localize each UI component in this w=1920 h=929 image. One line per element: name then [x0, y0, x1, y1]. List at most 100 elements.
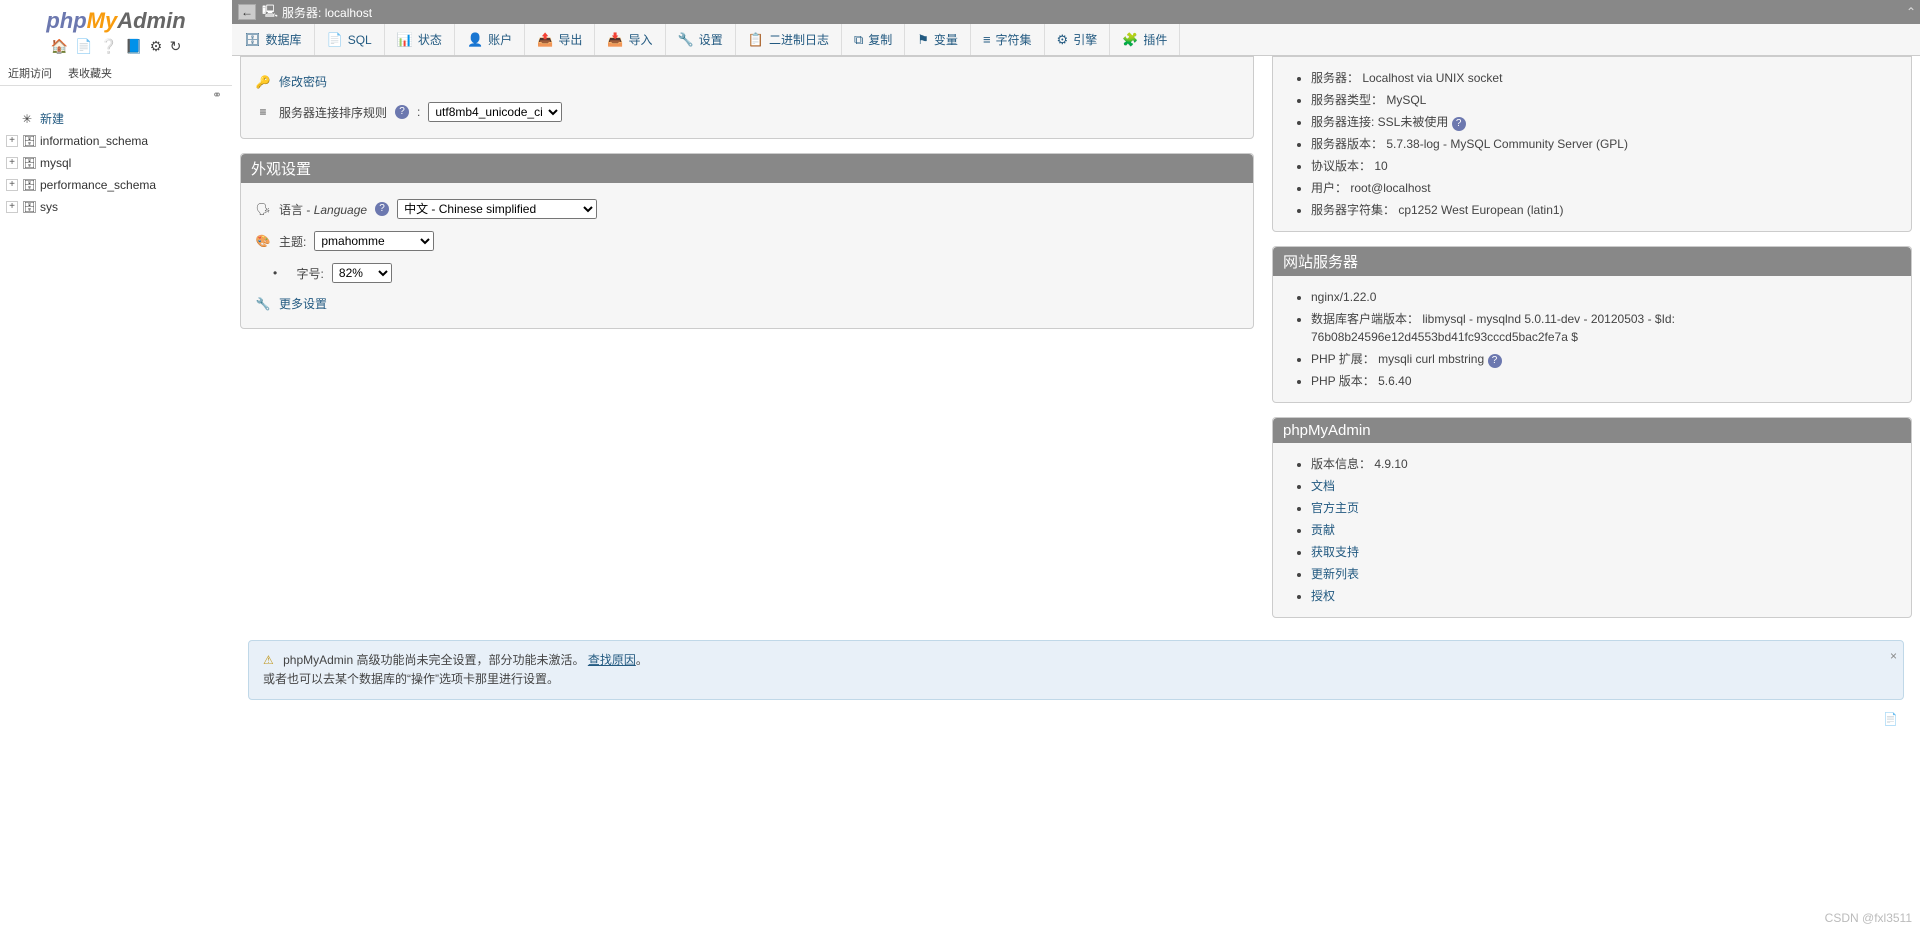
settings-icon: 🔧 [678, 32, 694, 48]
tab-users[interactable]: 👤账户 [455, 24, 525, 55]
find-reason-link[interactable]: 查找原因 [588, 653, 636, 667]
pma-link-license[interactable]: 授权 [1311, 589, 1335, 603]
expand-icon[interactable]: + [6, 157, 18, 169]
server-info-version: 服务器版本： 5.7.38-log - MySQL Community Serv… [1311, 133, 1897, 155]
tree-db[interactable]: +🗄information_schema [6, 130, 226, 152]
help-icon[interactable]: ? [1488, 354, 1502, 368]
tree-new[interactable]: ✳ 新建 [6, 108, 226, 130]
notice-text-2: 或者也可以去某个数据库的“操作”选项卡那里进行设置。 [263, 672, 559, 686]
pma-link-homepage[interactable]: 官方主页 [1311, 501, 1359, 515]
help-icon[interactable]: ❔ [100, 38, 117, 54]
tab-variables[interactable]: ⚑变量 [905, 24, 971, 55]
server-info-ssl: 服务器连接: SSL未被使用 ? [1311, 111, 1897, 133]
server-label: 服务器: localhost [282, 4, 372, 21]
help-icon[interactable]: ? [395, 105, 409, 119]
collation-select[interactable]: utf8mb4_unicode_ci [428, 102, 562, 122]
tab-status[interactable]: 📊状态 [385, 24, 455, 55]
bullet-icon: • [273, 266, 277, 280]
new-icon: ✳ [22, 109, 36, 129]
tab-favorites[interactable]: 表收藏夹 [60, 61, 120, 85]
database-icon: 🗄 [22, 175, 36, 195]
reload-icon[interactable]: ↻ [170, 38, 182, 54]
variables-icon: ⚑ [917, 32, 929, 48]
theme-icon: 🎨 [255, 234, 271, 248]
tab-charsets[interactable]: ≡字符集 [971, 24, 1045, 55]
notice-text: phpMyAdmin 高级功能尚未完全设置，部分功能未激活。 [283, 653, 584, 667]
breadcrumb-bar: ← 🖳 服务器: localhost ⌃ [232, 0, 1920, 24]
expand-icon[interactable]: + [6, 179, 18, 191]
help-icon[interactable]: ? [1452, 117, 1466, 131]
database-icon: 🗄 [244, 32, 261, 48]
pma-link-docs[interactable]: 文档 [1311, 479, 1335, 493]
navigation-sidebar: phpMyAdmin 🏠 📄 ❔ 📘 ⚙ ↻ 近期访问 表收藏夹 ⚭ ✳ 新建 … [0, 0, 232, 929]
db-client-version: 数据库客户端版本： libmysql - mysqlnd 5.0.11-dev … [1311, 308, 1897, 348]
tab-engines[interactable]: ⚙引擎 [1045, 24, 1111, 55]
tree-new-label: 新建 [40, 109, 64, 129]
pma-link-changes[interactable]: 更新列表 [1311, 567, 1359, 581]
panel-phpmyadmin: phpMyAdmin 版本信息： 4.9.10 文档 官方主页 贡献 获取支持 … [1272, 417, 1912, 618]
docs-icon[interactable]: 📘 [125, 38, 142, 54]
tab-plugins[interactable]: 🧩插件 [1110, 24, 1180, 55]
tab-settings[interactable]: 🔧设置 [666, 24, 736, 55]
panel-general: 🔑 修改密码 ≡ 服务器连接排序规则 ?: utf8mb4_unicode_ci [240, 56, 1254, 139]
sql-icon: 📄 [327, 32, 343, 48]
database-icon: 🗄 [22, 131, 36, 151]
expand-icon[interactable]: + [6, 201, 18, 213]
export-icon: 📤 [537, 32, 553, 48]
row-theme: 🎨 主题: pmahomme [255, 225, 1239, 257]
row-change-password[interactable]: 🔑 修改密码 [255, 67, 1239, 96]
fontsize-select[interactable]: 82% [332, 263, 392, 283]
watermark: CSDN @fxl3511 [1825, 911, 1912, 925]
help-icon[interactable]: ? [375, 202, 389, 216]
config-warning: × ⚠ phpMyAdmin 高级功能尚未完全设置，部分功能未激活。 查找原因。… [248, 640, 1904, 700]
row-collation: ≡ 服务器连接排序规则 ?: utf8mb4_unicode_ci [255, 96, 1239, 128]
tab-recent[interactable]: 近期访问 [0, 61, 60, 85]
engines-icon: ⚙ [1057, 32, 1069, 48]
expand-icon[interactable]: + [6, 135, 18, 147]
close-icon[interactable]: × [1890, 647, 1897, 666]
row-language: 🗣 语言 - Language ? 中文 - Chinese simplifie… [255, 193, 1239, 225]
panel-title: 网站服务器 [1273, 247, 1911, 276]
key-icon: 🔑 [255, 75, 271, 89]
pma-link-support[interactable]: 获取支持 [1311, 545, 1359, 559]
tab-sql[interactable]: 📄SQL [315, 24, 385, 55]
tree-db[interactable]: +🗄sys [6, 196, 226, 218]
tree-db[interactable]: +🗄mysql [6, 152, 226, 174]
row-more-settings[interactable]: 🔧 更多设置 [255, 289, 1239, 318]
tab-binlog[interactable]: 📋二进制日志 [736, 24, 842, 55]
pma-version: 版本信息： 4.9.10 [1311, 453, 1897, 475]
home-icon[interactable]: 🏠 [51, 38, 68, 54]
top-tabs: 🗄数据库 📄SQL 📊状态 👤账户 📤导出 📥导入 🔧设置 📋二进制日志 ⧉复制… [232, 24, 1920, 56]
web-server-name: nginx/1.22.0 [1311, 286, 1897, 308]
page-settings-icon[interactable]: 📄 [240, 708, 1912, 730]
panel-appearance: 外观设置 🗣 语言 - Language ? 中文 - Chinese simp… [240, 153, 1254, 329]
tab-import[interactable]: 📥导入 [595, 24, 665, 55]
server-info-type: 服务器类型： MySQL [1311, 89, 1897, 111]
link-icon[interactable]: ⚭ [0, 86, 232, 104]
language-select[interactable]: 中文 - Chinese simplified [397, 199, 597, 219]
collapse-icon[interactable]: ⌃ [1906, 5, 1916, 19]
tab-databases[interactable]: 🗄数据库 [232, 24, 315, 55]
panel-title: 外观设置 [241, 154, 1253, 183]
replication-icon: ⧉ [854, 32, 863, 48]
panel-title: phpMyAdmin [1273, 418, 1911, 443]
nav-tabs: 近期访问 表收藏夹 [0, 61, 232, 86]
users-icon: 👤 [467, 32, 483, 48]
theme-select[interactable]: pmahomme [314, 231, 434, 251]
settings-icon[interactable]: ⚙ [150, 38, 163, 54]
more-settings-link[interactable]: 更多设置 [279, 295, 327, 312]
tab-export[interactable]: 📤导出 [525, 24, 595, 55]
tree-db[interactable]: +🗄performance_schema [6, 174, 226, 196]
server-info-user: 用户： root@localhost [1311, 177, 1897, 199]
change-password-link[interactable]: 修改密码 [279, 73, 327, 90]
server-info-charset: 服务器字符集： cp1252 West European (latin1) [1311, 199, 1897, 221]
pma-link-contribute[interactable]: 贡献 [1311, 523, 1335, 537]
logout-icon[interactable]: 📄 [75, 38, 92, 54]
database-icon: 🗄 [22, 197, 36, 217]
row-fontsize: • 字号: 82% [255, 257, 1239, 289]
logo[interactable]: phpMyAdmin [0, 0, 232, 36]
back-button[interactable]: ← [238, 4, 256, 20]
server-icon: 🖳 [262, 2, 278, 23]
tab-replication[interactable]: ⧉复制 [842, 24, 905, 55]
import-icon: 📥 [607, 32, 623, 48]
